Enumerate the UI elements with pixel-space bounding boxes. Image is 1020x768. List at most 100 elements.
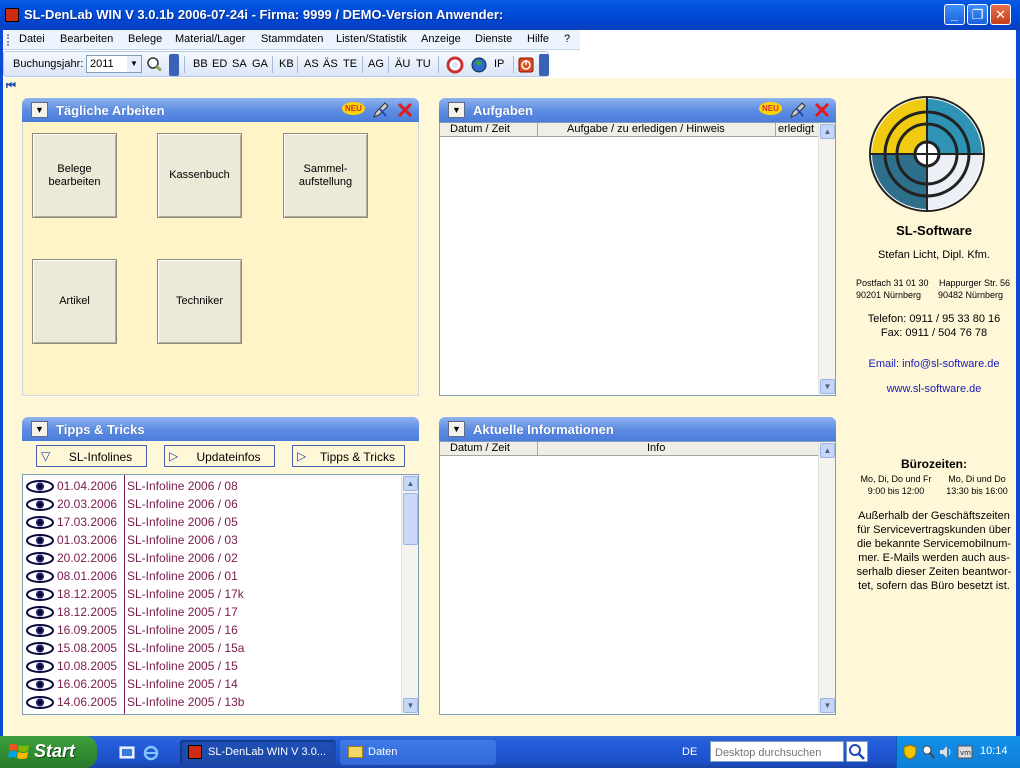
infoline-row[interactable]: 18.12.2005 SL-Infoline 2005 / 17k bbox=[23, 585, 408, 603]
tab-updateinfos[interactable]: ▷ Updateinfos bbox=[164, 445, 275, 467]
vertical-scrollbar[interactable]: ▲ ▼ bbox=[818, 442, 835, 714]
menu-datei[interactable]: Datei bbox=[19, 33, 45, 45]
tb-ip[interactable]: IP bbox=[494, 58, 504, 70]
language-indicator[interactable]: DE bbox=[682, 746, 697, 758]
edit-icon[interactable] bbox=[789, 101, 807, 119]
year-select[interactable]: 2011 ▼ bbox=[86, 55, 142, 73]
tb-kb[interactable]: KB bbox=[279, 58, 294, 70]
menu-grip[interactable] bbox=[7, 34, 9, 46]
menu-bearbeiten[interactable]: Bearbeiten bbox=[60, 33, 113, 45]
tasks-grid[interactable]: Datum / Zeit Aufgabe / zu erledigen / Hi… bbox=[439, 122, 836, 396]
show-desktop-icon[interactable] bbox=[118, 744, 136, 762]
scroll-up-icon[interactable]: ▲ bbox=[820, 124, 835, 139]
window-title-bar[interactable]: SL-DenLab WIN V 3.0.1b 2006-07-24i - Fir… bbox=[0, 0, 1020, 30]
network-search-icon[interactable] bbox=[921, 744, 935, 760]
tb-ag[interactable]: AG bbox=[368, 58, 384, 70]
kassenbuch-button[interactable]: Kassenbuch bbox=[157, 133, 242, 218]
tb-sa[interactable]: SA bbox=[232, 58, 247, 70]
infoline-row[interactable]: 17.03.2006 SL-Infoline 2006 / 05 bbox=[23, 513, 408, 531]
menu-bar: Datei Bearbeiten Belege Material/Lager S… bbox=[3, 30, 580, 50]
minimize-button[interactable]: _ bbox=[944, 4, 965, 25]
collapse-icon[interactable]: ▼ bbox=[448, 421, 465, 437]
infoline-row[interactable]: 16.06.2005 SL-Infoline 2005 / 14 bbox=[23, 675, 408, 693]
collapse-icon[interactable]: ▼ bbox=[31, 421, 48, 437]
close-icon[interactable] bbox=[813, 101, 831, 119]
lifebuoy-icon[interactable] bbox=[446, 56, 464, 74]
tb-bb[interactable]: BB bbox=[193, 58, 208, 70]
company-email-link[interactable]: Email: info@sl-software.de bbox=[852, 358, 1016, 370]
close-icon[interactable] bbox=[396, 101, 414, 119]
infoline-row[interactable]: 14.06.2005 SL-Infoline 2005 / 13b bbox=[23, 693, 408, 711]
expand-left-icon[interactable]: ⏮ bbox=[6, 80, 16, 93]
menu-help-question[interactable]: ? bbox=[564, 33, 570, 45]
news-grid[interactable]: Datum / Zeit Info ▲ ▼ bbox=[439, 441, 836, 715]
collapse-icon[interactable]: ▼ bbox=[448, 102, 465, 118]
taskbar-app-daten[interactable]: Daten bbox=[340, 740, 496, 765]
globe-icon[interactable] bbox=[470, 56, 488, 74]
toolbar-overflow-chevron[interactable] bbox=[539, 54, 549, 76]
edit-icon[interactable] bbox=[372, 101, 390, 119]
menu-material-lager[interactable]: Material/Lager bbox=[175, 33, 245, 45]
vmware-icon[interactable]: vm bbox=[957, 744, 973, 760]
new-badge[interactable]: NEU bbox=[759, 102, 782, 115]
tab-sl-infolines[interactable]: ▽ SL-Infolines bbox=[36, 445, 147, 467]
internet-explorer-icon[interactable] bbox=[142, 744, 160, 762]
toolbar-overflow-chevron[interactable] bbox=[169, 54, 179, 76]
col-erledigt[interactable]: erledigt bbox=[778, 123, 814, 135]
scroll-thumb[interactable] bbox=[403, 493, 418, 545]
scroll-up-icon[interactable]: ▲ bbox=[820, 443, 835, 458]
maximize-button[interactable]: ❐ bbox=[967, 4, 988, 25]
infoline-row[interactable]: 20.02.2006 SL-Infoline 2006 / 02 bbox=[23, 549, 408, 567]
desktop-search-input[interactable] bbox=[710, 741, 844, 762]
tb-aes[interactable]: ÄS bbox=[323, 58, 338, 70]
collapse-icon[interactable]: ▼ bbox=[31, 102, 48, 118]
volume-icon[interactable] bbox=[938, 744, 954, 760]
techniker-button[interactable]: Techniker bbox=[157, 259, 242, 344]
scroll-down-icon[interactable]: ▼ bbox=[403, 698, 418, 713]
infoline-row[interactable]: 08.01.2006 SL-Infoline 2006 / 01 bbox=[23, 567, 408, 585]
infoline-row[interactable]: 10.08.2005 SL-Infoline 2005 / 15 bbox=[23, 657, 408, 675]
menu-anzeige[interactable]: Anzeige bbox=[421, 33, 461, 45]
menu-listen-statistik[interactable]: Listen/Statistik bbox=[336, 33, 407, 45]
col-datum-zeit[interactable]: Datum / Zeit bbox=[450, 123, 510, 135]
infoline-row[interactable]: 15.08.2005 SL-Infoline 2005 / 15a bbox=[23, 639, 408, 657]
scroll-down-icon[interactable]: ▼ bbox=[820, 379, 835, 394]
col-info[interactable]: Info bbox=[647, 442, 665, 454]
infoline-row[interactable]: 16.09.2005 SL-Infoline 2005 / 16 bbox=[23, 621, 408, 639]
tb-ga[interactable]: GA bbox=[252, 58, 268, 70]
sammelaufstellung-button[interactable]: Sammel- aufstellung bbox=[283, 133, 368, 218]
col-aufgabe[interactable]: Aufgabe / zu erledigen / Hinweis bbox=[567, 123, 725, 135]
start-button[interactable]: Start bbox=[0, 736, 97, 768]
tb-tu[interactable]: TU bbox=[416, 58, 431, 70]
infoline-row[interactable]: 01.04.2006 SL-Infoline 2006 / 08 bbox=[23, 477, 408, 495]
chevron-down-icon[interactable]: ▼ bbox=[127, 56, 141, 72]
close-button[interactable]: ✕ bbox=[990, 4, 1011, 25]
tb-ed[interactable]: ED bbox=[212, 58, 227, 70]
tb-as[interactable]: AS bbox=[304, 58, 319, 70]
tb-aeu[interactable]: ÄU bbox=[395, 58, 410, 70]
exit-icon[interactable] bbox=[517, 56, 535, 74]
vertical-scrollbar[interactable]: ▲ ▼ bbox=[401, 475, 418, 714]
infoline-list[interactable]: 01.04.2006 SL-Infoline 2006 / 08 20.03.200… bbox=[22, 474, 419, 715]
tb-te[interactable]: TE bbox=[343, 58, 357, 70]
menu-hilfe[interactable]: Hilfe bbox=[527, 33, 549, 45]
taskbar-app-sldenlab[interactable]: SL-DenLab WIN V 3.0... bbox=[180, 740, 336, 765]
company-website-link[interactable]: www.sl-software.de bbox=[852, 383, 1016, 395]
menu-dienste[interactable]: Dienste bbox=[475, 33, 512, 45]
search-year-icon[interactable] bbox=[146, 56, 164, 74]
menu-stammdaten[interactable]: Stammdaten bbox=[261, 33, 323, 45]
infoline-row[interactable]: 20.03.2006 SL-Infoline 2006 / 06 bbox=[23, 495, 408, 513]
infoline-row[interactable]: 18.12.2005 SL-Infoline 2005 / 17 bbox=[23, 603, 408, 621]
vertical-scrollbar[interactable]: ▲ ▼ bbox=[818, 123, 835, 395]
tab-tipps-tricks[interactable]: ▷ Tipps & Tricks bbox=[292, 445, 405, 467]
belege-bearbeiten-button[interactable]: Belege bearbeiten bbox=[32, 133, 117, 218]
security-shield-icon[interactable] bbox=[903, 744, 917, 760]
scroll-up-icon[interactable]: ▲ bbox=[403, 476, 418, 491]
new-badge[interactable]: NEU bbox=[342, 102, 365, 115]
infoline-row[interactable]: 01.03.2006 SL-Infoline 2006 / 03 bbox=[23, 531, 408, 549]
search-button[interactable] bbox=[846, 741, 868, 762]
scroll-down-icon[interactable]: ▼ bbox=[820, 698, 835, 713]
col-datum-zeit[interactable]: Datum / Zeit bbox=[450, 442, 510, 454]
menu-belege[interactable]: Belege bbox=[128, 33, 162, 45]
artikel-button[interactable]: Artikel bbox=[32, 259, 117, 344]
